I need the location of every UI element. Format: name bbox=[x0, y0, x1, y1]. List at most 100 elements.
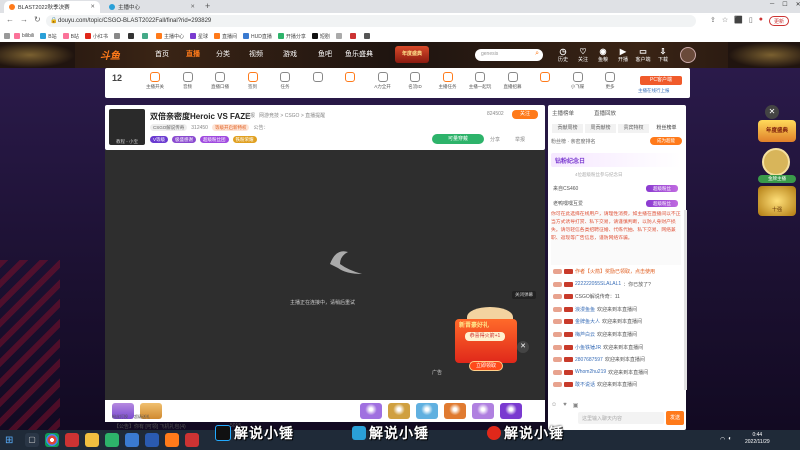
bookmark-item[interactable] bbox=[363, 31, 372, 41]
badge-honor[interactable]: 铁粉荣耀 bbox=[232, 136, 257, 143]
follow-button[interactable]: 关注 bbox=[512, 110, 538, 119]
toolbar-item[interactable]: 主播任务 bbox=[433, 72, 463, 90]
apps-icon[interactable] bbox=[4, 31, 10, 41]
nav-4[interactable]: 游戏 bbox=[283, 49, 297, 59]
star-icon[interactable]: ☆ bbox=[722, 16, 728, 24]
chat-message[interactable]: CSGO解说传奇：11 bbox=[553, 293, 620, 300]
emoji-icon[interactable]: ☺ bbox=[551, 402, 557, 409]
bookmark-item[interactable] bbox=[141, 31, 150, 41]
browser-tab-active[interactable]: BLAST2022秋季决赛 ✕ bbox=[4, 1, 100, 13]
gift-item[interactable] bbox=[360, 403, 382, 419]
chat-username[interactable]: 2807687597 bbox=[575, 357, 603, 363]
chat-scrollbar[interactable] bbox=[684, 210, 687, 390]
search-icon[interactable]: ⌕ bbox=[535, 50, 539, 58]
new-tab-icon[interactable]: + bbox=[205, 1, 210, 11]
toolbar-item[interactable]: A力全开 bbox=[368, 72, 398, 90]
gift-item[interactable] bbox=[472, 403, 494, 419]
taskview-icon[interactable]: ▢ bbox=[25, 433, 39, 447]
close-icon[interactable]: ✕ bbox=[190, 4, 195, 10]
nav-5[interactable]: 鱼吧 bbox=[318, 49, 332, 59]
profile-icon[interactable]: ● bbox=[759, 16, 763, 24]
wearable-pill[interactable]: 可量穿戴 bbox=[432, 134, 484, 144]
badge-fanclub[interactable]: 超级粉丝团 bbox=[200, 136, 229, 143]
chat-message[interactable]: 梅芦白云 欢迎来到本直播间 bbox=[553, 331, 637, 338]
bookmark-item[interactable]: 小红书 bbox=[84, 31, 108, 41]
share-icon[interactable]: ⇪ bbox=[710, 16, 716, 24]
app-icon[interactable] bbox=[65, 433, 79, 447]
chat-username[interactable]: 敢不说话 bbox=[575, 381, 595, 388]
chat-username[interactable]: Whom2hu219 bbox=[575, 369, 606, 375]
gold-streamer-label[interactable]: 金牌主播 bbox=[758, 175, 796, 183]
nav-0[interactable]: 首页 bbox=[155, 49, 169, 59]
close-icon[interactable]: ✕ bbox=[765, 105, 779, 119]
bookmark-item[interactable]: 主播中心 bbox=[155, 31, 184, 41]
toolbar-item[interactable]: 直播招募 bbox=[498, 72, 528, 90]
bookmark-item[interactable] bbox=[113, 31, 122, 41]
header-icon-3[interactable]: ▶ 开播 bbox=[612, 47, 634, 63]
chat-tab-1[interactable]: 周贡献榜 bbox=[585, 124, 616, 133]
nav-3[interactable]: 视频 bbox=[249, 49, 263, 59]
chat-tab-3[interactable]: 粉丝榜单 bbox=[651, 124, 682, 133]
bookmark-item[interactable] bbox=[127, 31, 136, 41]
header-icon-1[interactable]: ♡ 关注 bbox=[572, 47, 594, 63]
sidebar-icon[interactable]: ▯ bbox=[749, 16, 753, 24]
bookmark-item[interactable]: bilibili bbox=[14, 31, 34, 41]
url-input[interactable]: 🔒 douyu.com/topic/CSGO-BLAST2022Fall/fin… bbox=[46, 15, 696, 27]
nav-1[interactable]: 直播 bbox=[186, 49, 200, 59]
maximize-icon[interactable]: ☐ bbox=[782, 1, 787, 8]
streamer-avatar[interactable]: 教程 - 小宝 bbox=[109, 109, 145, 145]
back-icon[interactable]: ← bbox=[6, 15, 14, 24]
chat-tab-0[interactable]: 贡献周榜 bbox=[552, 124, 583, 133]
gift-item[interactable] bbox=[416, 403, 438, 419]
bookmark-item[interactable]: 星球 bbox=[189, 31, 208, 41]
app-icon[interactable] bbox=[165, 433, 179, 447]
report-button[interactable]: 举报 bbox=[515, 136, 525, 143]
header-icon-4[interactable]: ▭ 客户端 bbox=[632, 47, 654, 63]
close-window-icon[interactable]: ✕ bbox=[796, 1, 800, 8]
gift-item[interactable] bbox=[444, 403, 466, 419]
folder-icon[interactable] bbox=[85, 433, 99, 447]
pc-client-button[interactable]: PC客户端 bbox=[640, 76, 682, 85]
danmaku-toggle[interactable]: 关闭弹幕 bbox=[512, 291, 536, 299]
windows-start-icon[interactable]: ⊞ bbox=[5, 435, 13, 446]
send-button[interactable]: 发送 bbox=[666, 411, 684, 425]
chat-message[interactable]: 2807687597 欢迎来到本直播间 bbox=[553, 356, 645, 363]
nav-6[interactable]: 鱼乐盛典 bbox=[345, 49, 373, 59]
tag-privilege[interactable]: 等级开启新特权 bbox=[211, 124, 250, 131]
toolbar-item[interactable]: 主播开关 bbox=[140, 72, 170, 90]
close-icon[interactable]: ✕ bbox=[90, 4, 95, 10]
chat-username[interactable]: 梅芦白云 bbox=[575, 331, 595, 338]
nav-2[interactable]: 分类 bbox=[216, 49, 230, 59]
chat-username[interactable]: 浪漫鱼鱼 bbox=[575, 306, 595, 313]
toolbar-item[interactable] bbox=[303, 72, 333, 84]
report-online-link[interactable]: 主播在线行上报 bbox=[638, 88, 670, 94]
toolbar-item[interactable]: 音频 bbox=[173, 72, 203, 90]
chat-message[interactable]: Whom2hu219 欢迎来到本直播间 bbox=[553, 369, 648, 376]
header-icon-2[interactable]: ◉ 鱼粮 bbox=[592, 47, 614, 63]
app-icon[interactable] bbox=[185, 433, 199, 447]
bookmark-item[interactable]: B站 bbox=[62, 31, 79, 41]
chat-username[interactable]: 222222055SLALAL1 bbox=[575, 281, 621, 287]
chat-username[interactable]: 金牌鱼大人 bbox=[575, 318, 600, 325]
top-ten-widget[interactable]: 十强 bbox=[758, 186, 796, 216]
fan-icon[interactable]: ♥ bbox=[563, 402, 567, 409]
category-breadcrumb[interactable]: 网游竞技 > CSGO > 直播提醒 bbox=[259, 112, 325, 119]
bookmark-item[interactable]: B站 bbox=[40, 31, 57, 41]
tag-category[interactable]: CSGO解说传奇 bbox=[150, 124, 188, 131]
rank-entry-name[interactable]: 来自CS460 bbox=[553, 185, 578, 192]
popup-claim-button[interactable]: 立即领取 bbox=[469, 361, 503, 371]
clock[interactable]: 0:44 2022/11/29 bbox=[745, 432, 770, 446]
minimize-icon[interactable]: ─ bbox=[770, 1, 774, 8]
reload-icon[interactable]: ↻ bbox=[34, 15, 41, 24]
gift-icon[interactable]: ▣ bbox=[573, 402, 579, 409]
chat-message[interactable]: 浪漫鱼鱼 欢迎来到本直播间 bbox=[553, 306, 637, 313]
bookmark-item[interactable]: 短剧 bbox=[311, 31, 330, 41]
toolbar-item[interactable]: 更多 bbox=[595, 72, 625, 90]
bookmark-item[interactable]: HUD直播 bbox=[242, 31, 272, 41]
toolbar-item[interactable]: 主播一起玩 bbox=[465, 72, 495, 90]
toolbar-item[interactable]: 签到 bbox=[238, 72, 268, 90]
chat-username[interactable]: 小鱼铁锤JR bbox=[575, 344, 601, 351]
douyu-logo[interactable]: 斗鱼 bbox=[100, 47, 120, 62]
forward-icon[interactable]: → bbox=[20, 15, 28, 24]
become-super-button[interactable]: 成为超能 bbox=[650, 137, 682, 145]
